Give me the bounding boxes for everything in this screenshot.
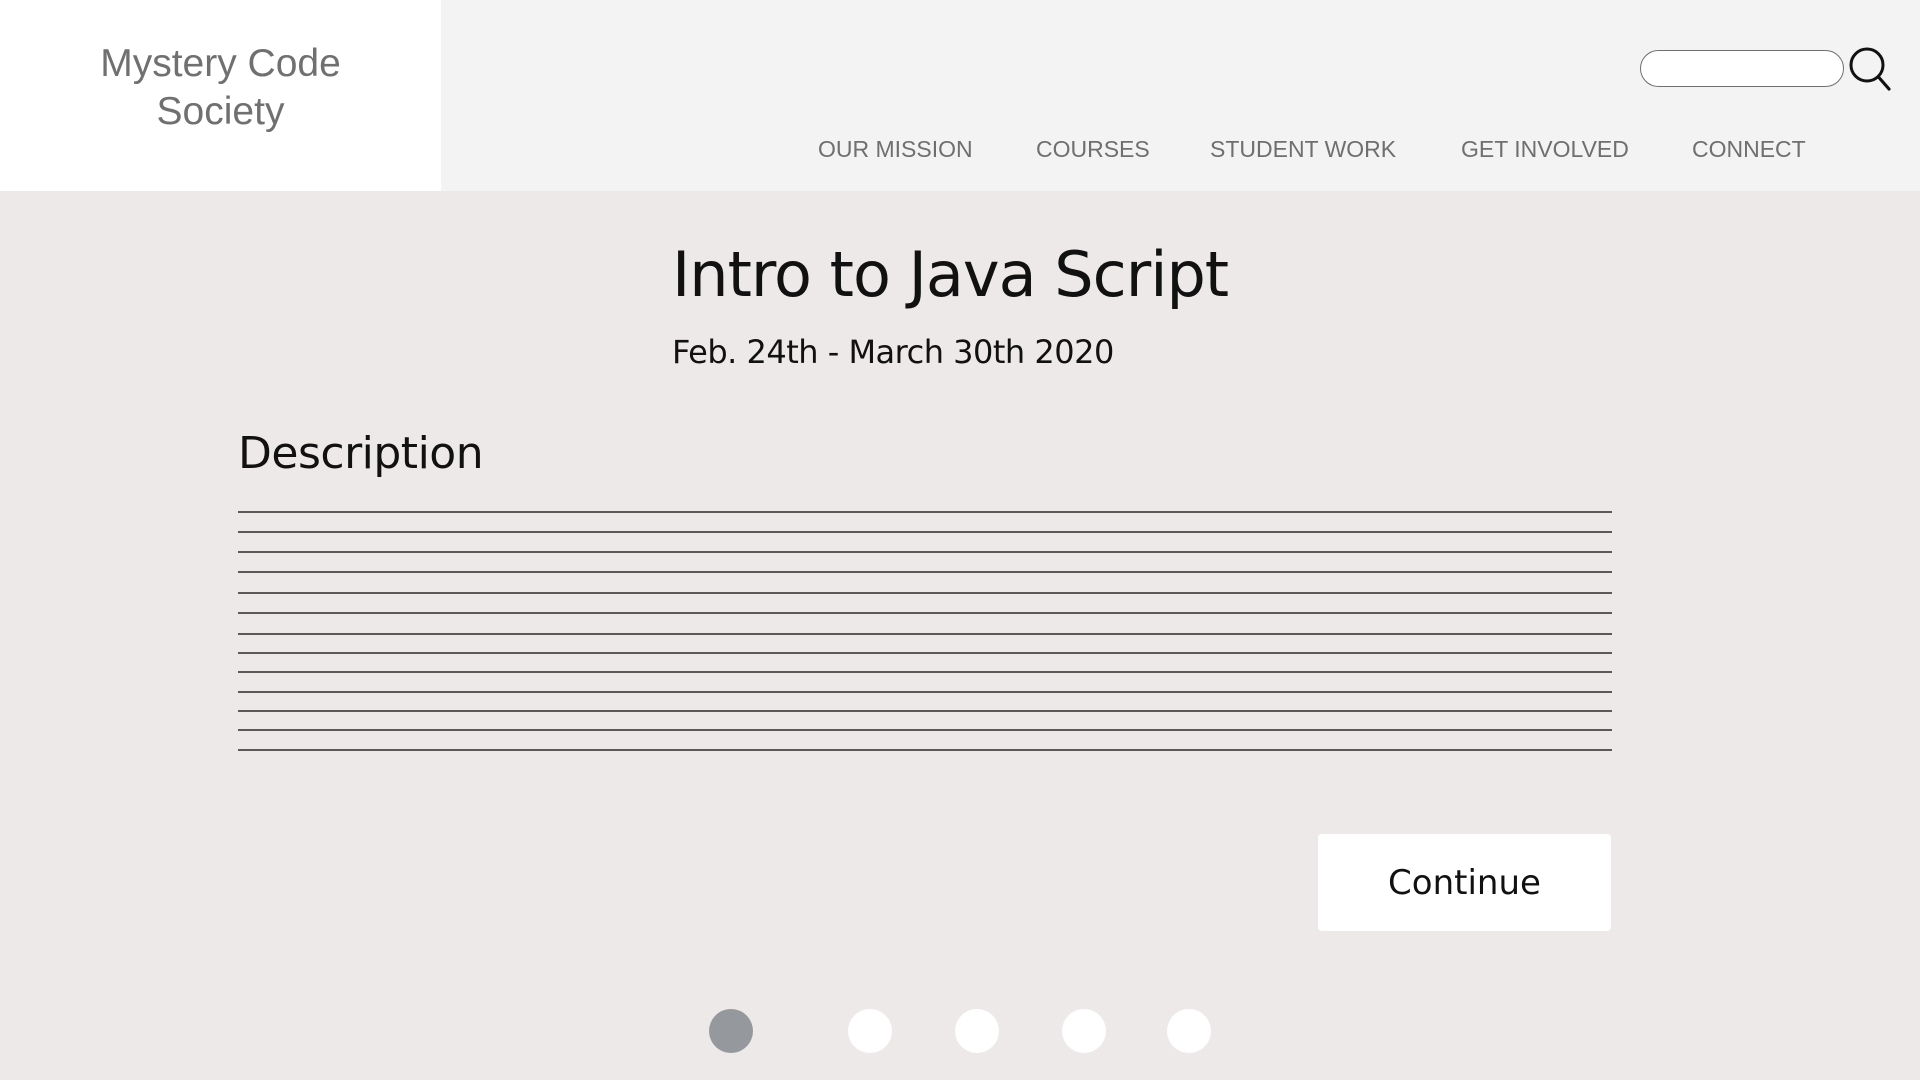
description-line: [238, 571, 1612, 573]
nav-item-student-work[interactable]: STUDENT WORK: [1210, 136, 1396, 163]
description-line: [238, 551, 1612, 553]
pagination-dot-1[interactable]: [709, 1009, 753, 1053]
nav-item-get-involved[interactable]: GET INVOLVED: [1461, 136, 1629, 163]
logo-line-1: Mystery Code: [100, 42, 341, 85]
description-line: [238, 710, 1612, 712]
description-line: [238, 511, 1612, 513]
course-title: Intro to Java Script: [672, 238, 1229, 311]
pagination-dot-4[interactable]: [1062, 1009, 1106, 1053]
description-line: [238, 531, 1612, 533]
logo-text: Mystery Code Society: [0, 40, 441, 136]
description-line: [238, 749, 1612, 751]
description-line: [238, 729, 1612, 731]
logo-line-2: Society: [156, 90, 285, 133]
description-line: [238, 671, 1612, 673]
nav-item-courses[interactable]: COURSES: [1036, 136, 1150, 163]
pagination-dot-5[interactable]: [1167, 1009, 1211, 1053]
description-line: [238, 612, 1612, 614]
pagination-dot-2[interactable]: [848, 1009, 892, 1053]
description-line: [238, 652, 1612, 654]
description-line: [238, 633, 1612, 635]
course-dates: Feb. 24th - March 30th 2020: [672, 333, 1114, 371]
search-button[interactable]: [1848, 46, 1894, 94]
pagination-dot-3[interactable]: [955, 1009, 999, 1053]
description-line: [238, 691, 1612, 693]
page: Mystery Code Society OUR MISSION COURSES…: [0, 0, 1920, 1080]
search-input[interactable]: [1640, 50, 1844, 87]
nav-item-connect[interactable]: CONNECT: [1692, 136, 1806, 163]
nav-item-our-mission[interactable]: OUR MISSION: [818, 136, 973, 163]
site-header: Mystery Code Society OUR MISSION COURSES…: [0, 0, 1920, 191]
description-heading: Description: [238, 428, 484, 479]
description-line: [238, 592, 1612, 594]
search-icon: [1849, 47, 1891, 91]
logo[interactable]: Mystery Code Society: [0, 0, 441, 191]
continue-button[interactable]: Continue: [1318, 834, 1611, 931]
